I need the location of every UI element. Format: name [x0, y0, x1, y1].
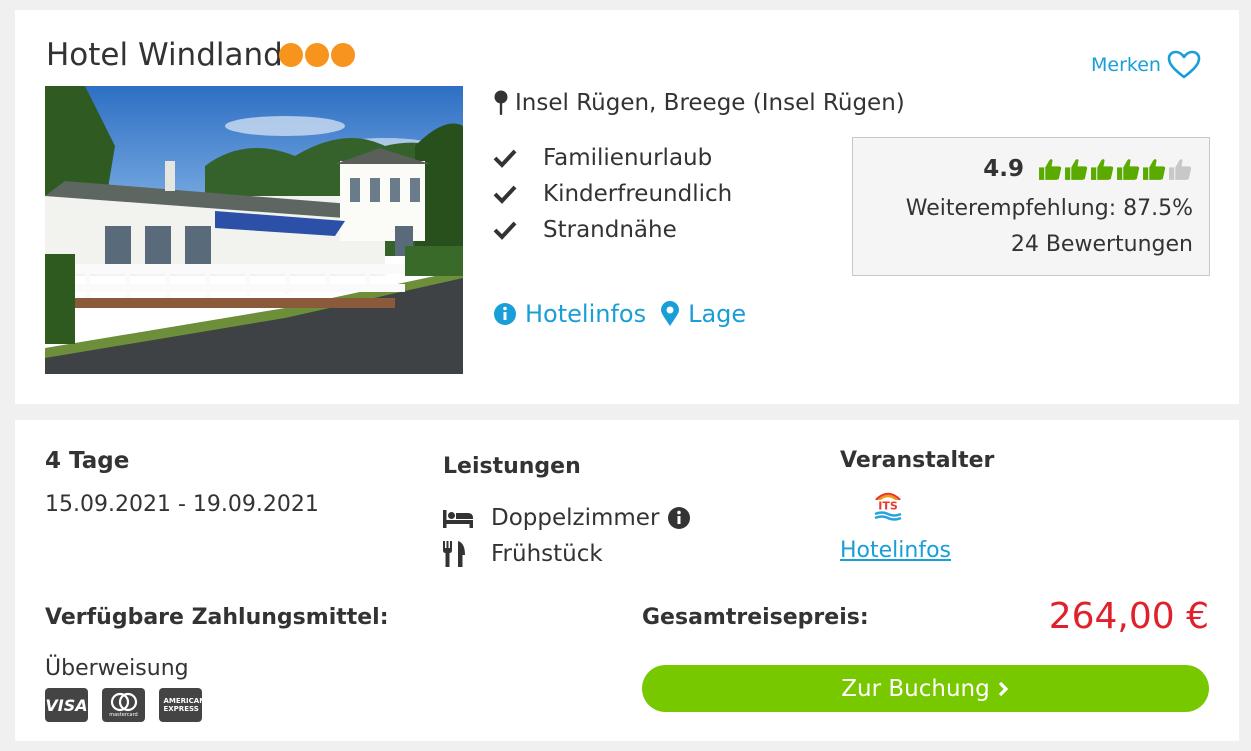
- rating-row: 4.9: [983, 156, 1193, 182]
- visa-icon: VISA: [45, 688, 88, 722]
- recommendation-rate: Weiterempfehlung: 87.5%: [905, 196, 1193, 221]
- amex-icon: AMERICAN EXPRESS: [159, 688, 206, 722]
- thumb-up-icon: [1091, 158, 1114, 180]
- check-icon: [493, 184, 543, 204]
- star-dot: [305, 43, 329, 67]
- lage-link[interactable]: Lage: [660, 300, 746, 328]
- feature-item: Strandnähe: [493, 212, 732, 248]
- star-dot: [279, 43, 303, 67]
- operator-heading: Veranstalter: [840, 448, 995, 473]
- star-dot: [331, 43, 355, 67]
- feature-item: Familienurlaub: [493, 140, 732, 176]
- visa-text: VISA: [45, 695, 88, 715]
- services-list: Doppelzimmer Frühstück: [443, 500, 691, 572]
- board-type: Frühstück: [491, 541, 603, 567]
- amex-text: AMERICAN EXPRESS: [163, 697, 206, 713]
- check-icon: [493, 220, 543, 240]
- services-heading: Leistungen: [443, 454, 581, 479]
- thumb-up-icon: [1039, 158, 1062, 180]
- bed-icon: [443, 508, 491, 528]
- thumb-up-icon: [1065, 158, 1088, 180]
- info-icon[interactable]: [667, 506, 691, 530]
- payment-heading: Verfügbare Zahlungsmittel:: [45, 605, 389, 630]
- chevron-right-icon: [998, 681, 1008, 696]
- hotel-location: Insel Rügen, Breege (Insel Rügen): [493, 90, 905, 116]
- room-type: Doppelzimmer: [491, 505, 660, 531]
- hotel-name[interactable]: Hotel Windland: [46, 37, 283, 73]
- info-icon: [494, 303, 516, 325]
- book-button-label: Zur Buchung: [841, 675, 990, 702]
- room-row: Doppelzimmer: [443, 500, 691, 536]
- lage-label: Lage: [688, 300, 747, 328]
- rating-box[interactable]: 4.9 Weiterempfehlung: 87.5% 24 Bewertung…: [852, 137, 1210, 276]
- thumb-up-icon: [1143, 158, 1166, 180]
- mastercard-icon: mastercard: [102, 688, 145, 722]
- payment-method: Überweisung: [45, 656, 189, 681]
- offer-card: 4 Tage 15.09.2021 - 19.09.2021 Leistunge…: [15, 420, 1239, 741]
- trip-dates: 15.09.2021 - 19.09.2021: [45, 492, 319, 517]
- pin-icon: [494, 90, 508, 115]
- hotelinfos-link[interactable]: Hotelinfos: [493, 300, 646, 328]
- operator-hotelinfos-link[interactable]: Hotelinfos: [840, 538, 951, 563]
- hotel-stars: [279, 43, 355, 67]
- board-row: Frühstück: [443, 536, 691, 572]
- thumb-up-empty-icon: [1169, 158, 1192, 180]
- book-button[interactable]: Zur Buchung: [642, 665, 1209, 712]
- save-label: Merken: [1091, 54, 1161, 76]
- mastercard-circles: [110, 692, 137, 712]
- check-icon: [493, 148, 543, 168]
- trip-duration: 4 Tage: [45, 448, 130, 474]
- total-price: 264,00 €: [1048, 596, 1209, 637]
- rating-thumbs: [1038, 157, 1193, 182]
- feature-list: Familienurlaub Kinderfreundlich Strandnä…: [493, 140, 732, 248]
- rating-score: 4.9: [983, 156, 1024, 182]
- hotel-photo[interactable]: [45, 86, 463, 374]
- hotel-card: Hotel Windland Merken Insel Rügen, Breeg…: [15, 10, 1239, 404]
- svg-text:ITS: ITS: [878, 500, 898, 513]
- location-text: Insel Rügen, Breege (Insel Rügen): [515, 90, 905, 116]
- feature-label: Kinderfreundlich: [543, 181, 733, 207]
- heart-icon: [1167, 50, 1201, 79]
- hotelinfos-label: Hotelinfos: [525, 300, 647, 328]
- review-count: 24 Bewertungen: [1010, 232, 1193, 257]
- payment-cards: VISA mastercard AMERICAN EXPRESS: [45, 688, 206, 722]
- feature-label: Strandnähe: [543, 217, 677, 243]
- mastercard-text: mastercard: [109, 712, 138, 718]
- map-pin-icon: [661, 301, 680, 326]
- thumb-up-icon: [1117, 158, 1140, 180]
- its-logo: ITS: [873, 490, 903, 526]
- save-button[interactable]: Merken: [1091, 50, 1201, 80]
- cutlery-icon: [443, 541, 491, 567]
- hotel-links: Hotelinfos Lage: [493, 300, 746, 328]
- feature-item: Kinderfreundlich: [493, 176, 732, 212]
- feature-label: Familienurlaub: [543, 145, 713, 171]
- total-price-heading: Gesamtreisepreis:: [642, 605, 869, 630]
